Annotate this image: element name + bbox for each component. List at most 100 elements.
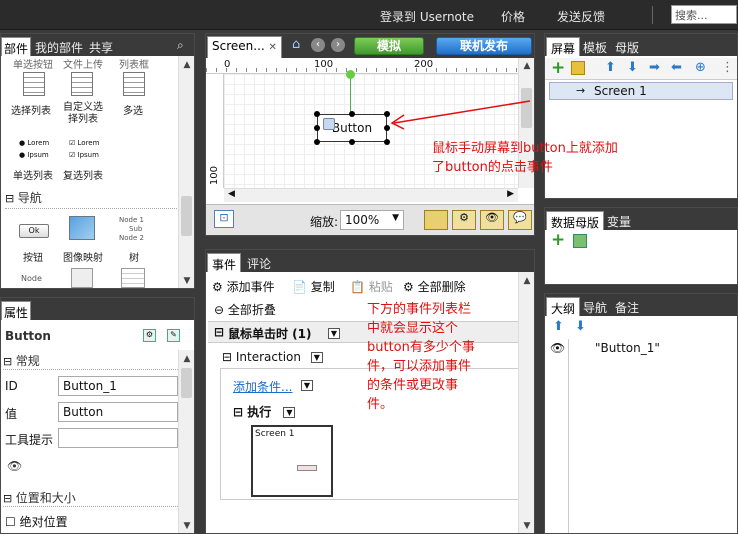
feedback-link[interactable]: 发送反馈 bbox=[557, 8, 605, 25]
id-field[interactable]: Button_1 bbox=[58, 376, 178, 396]
tab-comments[interactable]: 评论 bbox=[243, 253, 275, 272]
execute-row[interactable]: ⊟ 执行 ▼ bbox=[233, 403, 296, 420]
tooltip-field[interactable] bbox=[58, 428, 178, 448]
section-general[interactable]: ⊟ 常规 bbox=[3, 352, 178, 370]
add-data-master-icon[interactable]: + bbox=[551, 230, 565, 250]
multi-select-icon[interactable] bbox=[123, 72, 145, 96]
tab-screen[interactable]: Screen... ✕ bbox=[207, 36, 282, 58]
fit-screen-icon[interactable]: ⊡ bbox=[214, 210, 234, 228]
tab-screens[interactable]: 屏幕 bbox=[546, 37, 581, 56]
scroll-up-icon[interactable]: ▲ bbox=[519, 61, 535, 71]
screen-thumbnail[interactable]: Screen 1 bbox=[251, 425, 333, 497]
style-icon[interactable]: ⚙ bbox=[143, 329, 156, 342]
menu-icon[interactable]: ⋮ bbox=[721, 60, 734, 75]
zoom-select[interactable]: 100% ▼ bbox=[340, 210, 404, 230]
collapse-all-button[interactable]: ⊖ 全部折叠 bbox=[214, 301, 276, 318]
scroll-thumb[interactable] bbox=[181, 196, 192, 236]
resize-handle[interactable] bbox=[314, 111, 320, 117]
delete-all-button[interactable]: ⚙ 全部删除 bbox=[403, 278, 466, 295]
image-map-icon[interactable] bbox=[69, 216, 95, 240]
login-link[interactable]: 登录到 Usernote bbox=[380, 8, 474, 25]
widgets-scrollbar[interactable]: ▲ ▼ bbox=[178, 56, 194, 288]
tab-navigation[interactable]: 导航 bbox=[579, 297, 611, 316]
tab-my-widgets[interactable]: 我的部件 bbox=[31, 37, 87, 56]
settings-gear-icon[interactable]: ⚙ bbox=[452, 210, 476, 230]
search-input[interactable]: 搜索... bbox=[671, 5, 737, 24]
publish-button[interactable]: 联机发布 bbox=[436, 37, 532, 55]
chevron-down-icon[interactable]: ▼ bbox=[301, 380, 313, 391]
scroll-down-icon[interactable]: ▼ bbox=[179, 521, 195, 531]
add-folder-icon[interactable] bbox=[571, 61, 585, 75]
home-icon[interactable]: ⌂ bbox=[292, 37, 300, 52]
eye-icon[interactable]: 👁 bbox=[550, 341, 565, 355]
add-condition-link[interactable]: 添加条件... bbox=[233, 378, 292, 395]
radio-list-icon[interactable]: ● Lorem ● Ipsum bbox=[19, 137, 49, 161]
scroll-down-icon[interactable]: ▼ bbox=[519, 521, 535, 531]
scroll-down-icon[interactable]: ▼ bbox=[179, 276, 195, 286]
tab-templates[interactable]: 模板 bbox=[579, 37, 611, 56]
resize-handle[interactable] bbox=[314, 125, 320, 131]
preview-button[interactable]: 模拟 bbox=[354, 37, 424, 55]
tab-notes[interactable]: 备注 bbox=[611, 297, 643, 316]
resize-handle[interactable] bbox=[314, 139, 320, 145]
resize-handle[interactable] bbox=[384, 139, 390, 145]
scroll-right-icon[interactable]: ▶ bbox=[507, 189, 514, 199]
events-scrollbar[interactable]: ▲ ▼ bbox=[518, 272, 534, 533]
checkbox-list-icon[interactable]: ☑ Lorem ☑ Ipsum bbox=[69, 137, 99, 161]
data-master-icon[interactable] bbox=[573, 234, 587, 248]
search-icon[interactable]: ⌕ bbox=[177, 38, 184, 53]
chevron-down-icon[interactable]: ▼ bbox=[310, 352, 323, 363]
scroll-up-icon[interactable]: ▲ bbox=[179, 354, 195, 364]
move-up-icon[interactable]: ⬆ bbox=[605, 60, 616, 75]
tab-outline[interactable]: 大纲 bbox=[546, 297, 581, 316]
tree-widget-icon[interactable]: Node 1 Sub Node 2 bbox=[119, 216, 144, 243]
comment-icon[interactable]: 💬 bbox=[508, 210, 532, 230]
scroll-thumb[interactable] bbox=[181, 368, 192, 398]
widget-icon[interactable] bbox=[71, 268, 93, 288]
screen-item[interactable]: → Screen 1 bbox=[549, 82, 733, 100]
resize-handle[interactable] bbox=[349, 139, 355, 145]
select-list-icon[interactable] bbox=[23, 72, 45, 96]
visibility-eye-icon[interactable]: 👁 bbox=[7, 459, 22, 473]
tab-data-masters[interactable]: 数据母版 bbox=[546, 211, 605, 230]
back-icon[interactable]: ‹ bbox=[311, 38, 325, 52]
close-icon[interactable]: ✕ bbox=[269, 42, 277, 53]
widget-icon[interactable] bbox=[121, 268, 145, 288]
add-child-icon[interactable]: ⊕ bbox=[695, 60, 706, 75]
scroll-left-icon[interactable]: ◀ bbox=[228, 189, 235, 199]
tab-masters[interactable]: 母版 bbox=[611, 37, 643, 56]
resize-handle[interactable] bbox=[349, 111, 355, 117]
button-widget-icon[interactable]: Ok bbox=[19, 224, 49, 238]
outline-item[interactable]: "Button_1" bbox=[595, 341, 660, 355]
event-dropdown[interactable]: ▼ bbox=[328, 326, 340, 339]
value-field[interactable]: Button bbox=[58, 402, 178, 422]
outdent-icon[interactable]: ⬅ bbox=[671, 60, 682, 75]
tab-variables[interactable]: 变量 bbox=[603, 211, 635, 230]
rotate-handle[interactable] bbox=[346, 70, 355, 79]
tab-widgets[interactable]: 部件 bbox=[1, 37, 32, 56]
move-down-icon[interactable]: ⬇ bbox=[575, 319, 586, 334]
interaction-row[interactable]: ⊟ Interaction ▼ bbox=[222, 350, 323, 364]
view-page-icon[interactable] bbox=[424, 210, 448, 230]
edit-style-icon[interactable]: ✎ bbox=[167, 329, 180, 342]
scroll-up-icon[interactable]: ▲ bbox=[519, 276, 535, 286]
move-down-icon[interactable]: ⬇ bbox=[627, 60, 638, 75]
indent-icon[interactable]: ➡ bbox=[649, 60, 660, 75]
absolute-position-checkbox[interactable]: ☐ 绝对位置 bbox=[5, 513, 68, 530]
add-screen-icon[interactable]: + bbox=[551, 58, 565, 78]
tab-events[interactable]: 事件 bbox=[207, 253, 242, 272]
paste-button[interactable]: 📋 粘贴 bbox=[350, 278, 393, 295]
move-up-icon[interactable]: ⬆ bbox=[553, 319, 564, 334]
eye-icon[interactable]: 👁 bbox=[480, 210, 504, 230]
price-link[interactable]: 价格 bbox=[501, 8, 525, 25]
section-position[interactable]: ⊟ 位置和大小 bbox=[3, 489, 178, 507]
copy-button[interactable]: 📄 复制 bbox=[292, 278, 335, 295]
forward-icon[interactable]: › bbox=[331, 38, 345, 52]
canvas-hscrollbar[interactable]: ◀ ▶ bbox=[224, 188, 518, 202]
section-navigation[interactable]: ⊟ 导航 bbox=[5, 189, 177, 209]
properties-scrollbar[interactable]: ▲ ▼ bbox=[178, 350, 194, 533]
chevron-down-icon[interactable]: ▼ bbox=[283, 407, 296, 418]
tab-properties[interactable]: 属性 bbox=[1, 301, 32, 320]
add-event-button[interactable]: ⚙ 添加事件 bbox=[212, 278, 275, 295]
tab-shared[interactable]: 共享 bbox=[85, 37, 117, 56]
